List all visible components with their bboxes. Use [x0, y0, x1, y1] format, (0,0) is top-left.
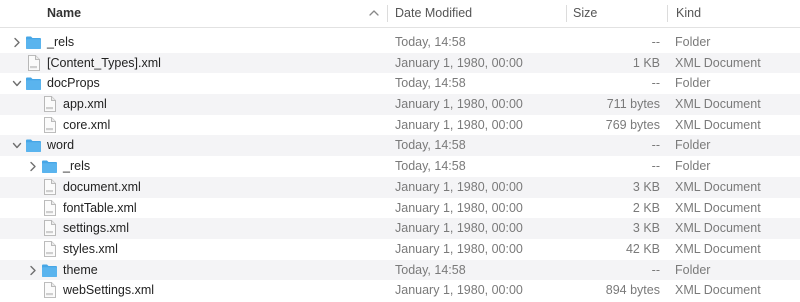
item-date-modified: January 1, 1980, 00:00: [395, 221, 523, 236]
folder-icon: [42, 160, 57, 174]
item-name: theme: [63, 262, 98, 277]
item-kind: XML Document: [675, 117, 761, 132]
file-row[interactable]: settings.xml January 1, 1980, 00:00 3 KB XM…: [0, 218, 800, 239]
column-divider[interactable]: [667, 5, 668, 22]
file-list: _rels Today, 14:58 -- Folder [Content_Types]…: [0, 32, 800, 301]
item-kind: XML Document: [675, 97, 761, 112]
file-row[interactable]: core.xml January 1, 1980, 00:00 769 bytes X…: [0, 115, 800, 136]
item-size: --: [651, 262, 660, 277]
xml-file-icon: [44, 178, 56, 195]
file-row[interactable]: app.xml January 1, 1980, 00:00 711 bytes XM…: [0, 94, 800, 115]
item-kind: XML Document: [675, 283, 761, 298]
item-date-modified: Today, 14:58: [395, 262, 466, 277]
item-name: settings.xml: [63, 221, 129, 236]
file-row[interactable]: styles.xml January 1, 1980, 00:00 42 KB XML…: [0, 239, 800, 260]
column-header-name[interactable]: Name: [47, 0, 387, 28]
item-name: [Content_Types].xml: [47, 55, 161, 70]
folder-icon: [26, 36, 41, 49]
item-date-modified: January 1, 1980, 00:00: [395, 97, 523, 112]
disclosure-chevron-right-icon[interactable]: [28, 161, 38, 172]
folder-row[interactable]: _rels Today, 14:58 -- Folder: [0, 156, 800, 177]
item-kind: XML Document: [675, 221, 761, 236]
item-kind: Folder: [675, 262, 711, 277]
item-size: --: [651, 159, 660, 174]
column-header-bar: Name Date Modified Size Kind: [0, 0, 800, 28]
item-name: _rels: [63, 159, 91, 174]
item-kind: Folder: [675, 76, 711, 91]
item-date-modified: January 1, 1980, 00:00: [395, 200, 523, 215]
xml-file-icon: [44, 282, 56, 299]
item-kind: Folder: [675, 138, 711, 153]
item-date-modified: January 1, 1980, 00:00: [395, 241, 523, 256]
disclosure-chevron-right-icon[interactable]: [28, 265, 38, 276]
item-name: docProps: [47, 76, 100, 91]
item-size: 769 bytes: [605, 117, 660, 132]
item-size: --: [651, 138, 660, 153]
disclosure-chevron-down-icon[interactable]: [12, 78, 22, 89]
item-size: 3 KB: [632, 179, 660, 194]
item-kind: XML Document: [675, 179, 761, 194]
disclosure-chevron-right-icon[interactable]: [12, 37, 22, 48]
item-name: core.xml: [63, 117, 111, 132]
item-name: _rels: [47, 35, 75, 49]
file-row[interactable]: fontTable.xml January 1, 1980, 00:00 2 KB X…: [0, 198, 800, 219]
item-name: app.xml: [63, 97, 107, 112]
item-date-modified: January 1, 1980, 00:00: [395, 55, 523, 70]
item-name: word: [47, 138, 75, 153]
xml-file-icon: [44, 240, 56, 257]
item-name: webSettings.xml: [63, 283, 155, 298]
column-divider[interactable]: [566, 5, 567, 22]
item-size: 2 KB: [632, 200, 660, 215]
file-row[interactable]: webSettings.xml January 1, 1980, 00:00 894…: [0, 280, 800, 301]
xml-file-icon: [44, 116, 56, 133]
item-kind: Folder: [675, 159, 711, 174]
item-date-modified: Today, 14:58: [395, 138, 466, 153]
item-kind: Folder: [675, 35, 711, 49]
sort-ascending-icon[interactable]: [368, 6, 380, 20]
disclosure-chevron-down-icon[interactable]: [12, 140, 22, 151]
xml-file-icon: [28, 54, 40, 71]
item-name: document.xml: [63, 179, 141, 194]
item-name: styles.xml: [63, 241, 118, 256]
folder-row[interactable]: docProps Today, 14:58 -- Folder: [0, 73, 800, 94]
item-date-modified: January 1, 1980, 00:00: [395, 117, 523, 132]
folder-icon: [42, 264, 57, 277]
finder-list-view: Name Date Modified Size Kind _rels Today,…: [0, 0, 800, 302]
xml-file-icon: [44, 199, 56, 216]
item-size: --: [651, 76, 660, 91]
folder-row[interactable]: word Today, 14:58 -- Folder: [0, 135, 800, 157]
folder-icon: [26, 77, 41, 91]
item-size: 711 bytes: [606, 97, 660, 112]
item-name: fontTable.xml: [63, 200, 137, 215]
item-size: 42 KB: [625, 241, 660, 256]
folder-row[interactable]: _rels Today, 14:58 -- Folder: [0, 32, 800, 53]
item-size: 3 KB: [632, 221, 660, 236]
item-date-modified: Today, 14:58: [395, 76, 466, 91]
item-size: 1 KB: [632, 55, 660, 70]
column-header-kind[interactable]: Kind: [676, 0, 701, 28]
xml-file-icon: [44, 220, 56, 237]
folder-icon: [26, 139, 41, 153]
item-kind: XML Document: [675, 241, 761, 256]
column-header-size[interactable]: Size: [573, 0, 597, 28]
item-date-modified: Today, 14:58: [395, 35, 466, 49]
item-size: --: [651, 35, 660, 49]
column-divider[interactable]: [387, 5, 388, 22]
file-row[interactable]: [Content_Types].xml January 1, 1980, 00:0…: [0, 52, 800, 74]
item-date-modified: Today, 14:58: [395, 159, 466, 174]
xml-file-icon: [44, 96, 56, 112]
folder-row[interactable]: theme Today, 14:58 -- Folder: [0, 259, 800, 281]
item-kind: XML Document: [675, 55, 761, 70]
item-date-modified: January 1, 1980, 00:00: [395, 179, 523, 194]
item-size: 894 bytes: [605, 283, 660, 298]
file-row[interactable]: document.xml January 1, 1980, 00:00 3 KB XM…: [0, 176, 800, 198]
column-header-date-modified[interactable]: Date Modified: [395, 0, 472, 28]
item-date-modified: January 1, 1980, 00:00: [395, 283, 523, 298]
item-kind: XML Document: [675, 200, 761, 215]
